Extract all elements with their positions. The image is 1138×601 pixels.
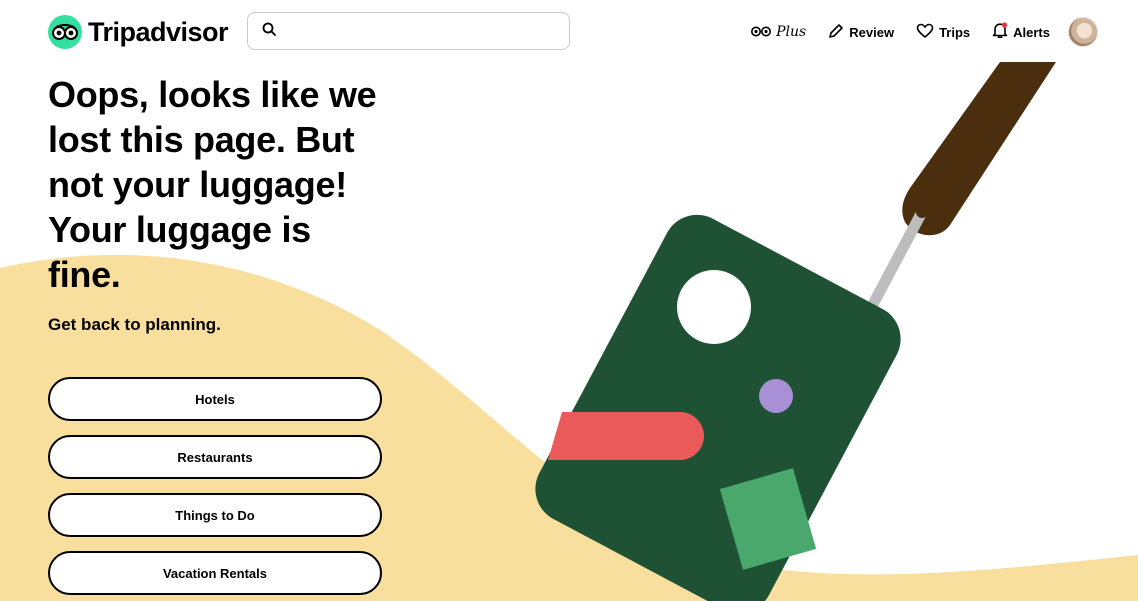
page-subtitle: Get back to planning. bbox=[48, 315, 221, 334]
plus-label: Plus bbox=[776, 24, 807, 40]
heart-icon bbox=[916, 23, 939, 42]
pencil-icon bbox=[828, 23, 849, 42]
search-icon bbox=[262, 22, 276, 41]
planning-links: Hotels Restaurants Things to Do Vacation… bbox=[48, 377, 382, 601]
owl-plus-icon bbox=[751, 25, 776, 40]
search-box[interactable] bbox=[247, 12, 570, 50]
review-label: Review bbox=[849, 24, 895, 40]
trips-label: Trips bbox=[939, 24, 971, 40]
bell-icon bbox=[992, 22, 1013, 42]
plus-link[interactable]: Plus bbox=[751, 24, 806, 40]
page-title: Oops, looks like we lost this page. But … bbox=[48, 74, 377, 295]
logo-text: Tripadvisor bbox=[88, 16, 229, 47]
owl-logo-icon bbox=[48, 15, 82, 49]
error-message: Oops, looks like we lost this page. But … bbox=[48, 72, 408, 335]
vacation-rentals-button[interactable]: Vacation Rentals bbox=[48, 551, 382, 595]
alerts-label: Alerts bbox=[1013, 24, 1050, 40]
luggage-stripe-icon bbox=[548, 412, 704, 460]
user-avatar[interactable] bbox=[1068, 17, 1098, 47]
restaurants-button[interactable]: Restaurants bbox=[48, 435, 382, 479]
search-input[interactable] bbox=[286, 23, 569, 39]
hotels-button[interactable]: Hotels bbox=[48, 377, 382, 421]
things-to-do-button[interactable]: Things to Do bbox=[48, 493, 382, 537]
luggage-dot-icon bbox=[759, 379, 793, 413]
tripadvisor-logo[interactable]: Tripadvisor bbox=[48, 14, 229, 50]
header-nav: Plus Review Trips Alerts bbox=[729, 14, 1098, 50]
top-header: Tripadvisor Plus Review Trips Alerts bbox=[0, 0, 1138, 62]
alerts-link[interactable]: Alerts bbox=[992, 22, 1050, 42]
review-link[interactable]: Review bbox=[828, 23, 894, 42]
luggage-circle-icon bbox=[677, 270, 751, 344]
trips-link[interactable]: Trips bbox=[916, 23, 970, 42]
page: Tripadvisor Plus Review Trips Alerts Oop… bbox=[0, 0, 1138, 601]
